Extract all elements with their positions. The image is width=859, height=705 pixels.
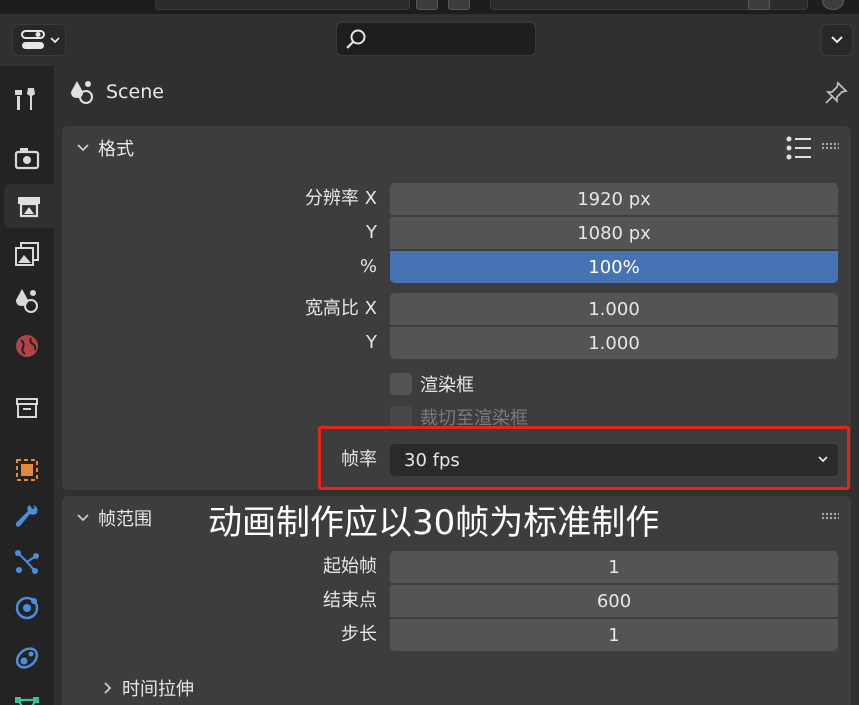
- crop-region-check[interactable]: [390, 406, 412, 428]
- resolution-percent-row: % 100%: [62, 250, 851, 284]
- resolution-x-field[interactable]: 1920 px: [390, 183, 838, 215]
- aspect-x-label: 宽高比 X: [304, 298, 377, 319]
- chevron-down-icon: [77, 514, 89, 522]
- chevron-down-icon: [77, 144, 89, 152]
- resolution-y-row: Y 1080 px: [62, 216, 851, 250]
- crop-region-checkbox[interactable]: 裁切至渲染框: [390, 402, 528, 432]
- frame-step-field[interactable]: 1: [390, 619, 838, 651]
- tab-output[interactable]: [4, 184, 54, 228]
- modifier-icon: [15, 505, 38, 527]
- aspect-y-row: Y 1.000: [62, 326, 851, 360]
- world-icon: [16, 335, 38, 357]
- top-icon-1[interactable]: [416, 0, 438, 10]
- render-region-label: 渲染框: [420, 375, 474, 396]
- tab-particles[interactable]: [4, 540, 50, 584]
- view-layer-icon: [15, 242, 39, 266]
- tab-view-layer[interactable]: [4, 232, 50, 276]
- context-header: Scene: [54, 66, 859, 118]
- scene-icon: [71, 81, 93, 104]
- top-strip: [0, 0, 859, 14]
- frame-range-panel-title: 帧范围: [98, 509, 152, 530]
- annotation-text: 动画制作应以30帧为标准制作: [208, 503, 660, 543]
- aspect-y-field[interactable]: 1.000: [390, 327, 838, 359]
- format-panel-header[interactable]: 格式: [62, 126, 851, 170]
- frame-end-label: 结束点: [323, 590, 377, 611]
- chevron-down-icon: [50, 37, 60, 44]
- time-stretch-title: 时间拉伸: [122, 679, 194, 700]
- tab-tool[interactable]: [4, 76, 50, 120]
- tab-scene[interactable]: [4, 278, 50, 322]
- crop-region-label: 裁切至渲染框: [420, 408, 528, 429]
- top-icon-4[interactable]: [822, 0, 844, 10]
- properties-header: [0, 14, 859, 66]
- collection-icon: [16, 398, 38, 418]
- frame-end-field[interactable]: 600: [390, 585, 838, 617]
- render-region-checkbox[interactable]: 渲染框: [390, 369, 474, 399]
- resolution-x-row: 分辨率 X 1920 px: [62, 182, 851, 216]
- frame-rate-label: 帧率: [341, 449, 377, 470]
- tab-collection[interactable]: [4, 386, 50, 430]
- tab-modifier[interactable]: [4, 494, 50, 538]
- search-input[interactable]: [373, 31, 523, 47]
- resolution-percent-label: %: [359, 256, 377, 277]
- editor-type-button[interactable]: [12, 24, 66, 56]
- frame-start-label: 起始帧: [323, 556, 377, 577]
- resolution-percent-slider[interactable]: 100%: [390, 251, 838, 283]
- drag-grip-icon[interactable]: [821, 512, 839, 520]
- top-icon-2[interactable]: [448, 0, 470, 10]
- properties-tab-bar: [0, 66, 54, 705]
- frame-start-row: 起始帧 1: [62, 550, 851, 584]
- frame-rate-row: 帧率 30 fps: [62, 443, 851, 477]
- render-region-check[interactable]: [390, 373, 412, 395]
- tab-render[interactable]: [4, 136, 50, 180]
- format-panel: 格式 分辨率 X 1920 px Y 1080 px % 100% 宽高比 X …: [62, 126, 851, 490]
- object-icon: [16, 459, 38, 481]
- physics-icon: [15, 596, 39, 620]
- tab-data[interactable]: [4, 682, 50, 705]
- tab-object[interactable]: [4, 448, 50, 492]
- search-icon: [346, 29, 366, 49]
- drag-grip-icon[interactable]: [821, 142, 839, 150]
- particles-icon: [15, 550, 39, 574]
- chevron-down-icon: [818, 456, 828, 463]
- output-icon: [18, 197, 40, 218]
- frame-end-row: 结束点 600: [62, 584, 851, 618]
- resolution-x-label: 分辨率 X: [304, 188, 377, 209]
- properties-editor-icon: [21, 30, 45, 49]
- chevron-right-icon: [104, 682, 112, 694]
- resolution-y-field[interactable]: 1080 px: [390, 217, 838, 249]
- aspect-y-label: Y: [366, 332, 377, 353]
- scene-icon: [16, 289, 38, 313]
- format-panel-title: 格式: [98, 139, 134, 160]
- data-icon: [15, 697, 39, 705]
- aspect-x-field[interactable]: 1.000: [390, 293, 838, 325]
- tab-world[interactable]: [4, 324, 50, 368]
- aspect-x-row: 宽高比 X 1.000: [62, 292, 851, 326]
- tab-constraints[interactable]: [4, 636, 50, 680]
- tab-physics[interactable]: [4, 586, 50, 630]
- pin-icon[interactable]: [823, 80, 849, 106]
- frame-rate-value: 30 fps: [404, 449, 460, 471]
- search-field[interactable]: [336, 22, 536, 56]
- render-icon: [14, 148, 40, 170]
- presets-list-icon[interactable]: [785, 135, 813, 161]
- frame-rate-dropdown[interactable]: 30 fps: [390, 444, 838, 476]
- frame-step-label: 步长: [341, 624, 377, 645]
- chevron-down-icon: [831, 36, 843, 44]
- resolution-y-label: Y: [366, 222, 377, 243]
- constraints-icon: [15, 647, 39, 669]
- context-title: Scene: [106, 81, 164, 103]
- frame-step-row: 步长 1: [62, 618, 851, 652]
- properties-main: Scene 格式 分辨率 X 1920 px Y 1080 px % 100% …: [54, 66, 859, 705]
- time-stretch-header[interactable]: 时间拉伸: [102, 675, 194, 701]
- top-icon-3[interactable]: [748, 0, 770, 10]
- tool-icon: [15, 88, 35, 110]
- options-dropdown[interactable]: [821, 24, 853, 56]
- frame-start-field[interactable]: 1: [390, 551, 838, 583]
- top-field-1[interactable]: [155, 0, 410, 10]
